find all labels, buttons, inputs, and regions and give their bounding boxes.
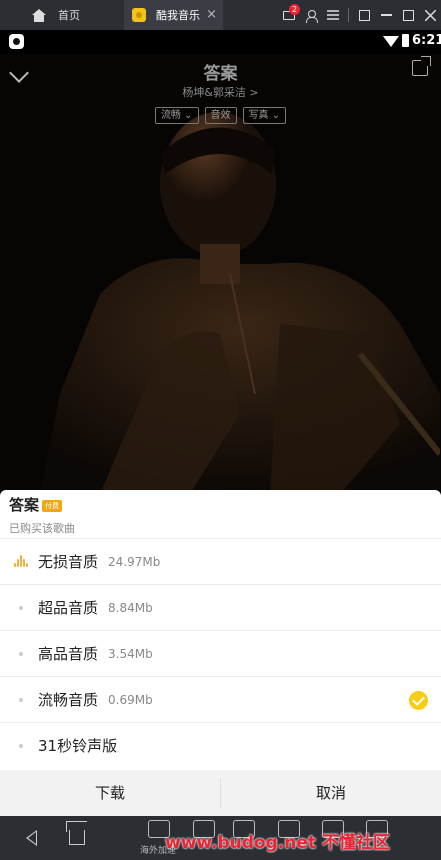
close-icon [424, 9, 436, 21]
quality-option-name: 超品音质 [38, 599, 99, 617]
option-bullet [19, 698, 23, 702]
maximize-icon [402, 9, 414, 21]
quality-option-high[interactable]: 高品音质 3.54Mb [0, 630, 441, 676]
quality-option-name: 无损音质 [38, 553, 99, 571]
home-tab[interactable]: 首页 [0, 0, 124, 30]
quality-option-super[interactable]: 超品音质 8.84Mb [0, 584, 441, 630]
close-tab-icon[interactable]: × [206, 7, 217, 23]
notification-badge: 2 [289, 4, 300, 15]
menu-icon [327, 10, 339, 20]
user-icon [306, 9, 318, 23]
app-tab[interactable]: 酷我音乐 × [124, 0, 223, 30]
sheet-song-name: 答案 [9, 496, 40, 514]
status-bar: 6:21 [0, 30, 441, 54]
quality-option-size: 3.54Mb [108, 646, 153, 661]
quality-selection-sheet: 答案 付费 已购买该歌曲 无损音质 24.97Mb 超品音质 8.84Mb 高品音… [0, 490, 441, 816]
site-watermark: www.budog.net 不懂社区 [165, 833, 390, 853]
quality-option-smooth[interactable]: 流畅音质 0.69Mb [0, 676, 441, 722]
quality-option-ringtone[interactable]: 31秒铃声版 [0, 722, 441, 768]
download-button[interactable]: 下载 [0, 770, 220, 816]
quality-option-size: 0.69Mb [108, 692, 153, 707]
sheet-header: 答案 付费 [9, 494, 63, 515]
emulator-tab-bar: 首页 酷我音乐 × 2 [0, 0, 441, 30]
account-button[interactable] [300, 0, 322, 30]
home-nav-icon[interactable] [69, 830, 85, 845]
selected-check-icon [409, 691, 428, 710]
option-bullet [19, 606, 23, 610]
chrome-divider [348, 8, 349, 22]
song-title: 答案 [203, 64, 238, 84]
paid-badge: 付费 [42, 500, 63, 512]
share-icon[interactable] [412, 56, 431, 76]
maximize-button[interactable] [397, 0, 419, 30]
quality-option-name: 流畅音质 [38, 691, 99, 709]
picture-in-picture-button[interactable] [353, 0, 375, 30]
sheet-actions: 下载 取消 [0, 770, 441, 816]
photo-pill[interactable]: 写真 ⌄ [242, 107, 287, 124]
player-screen: 答案 杨坤&郭采洁 > 流畅 ⌄ 音效 写真 ⌄ [0, 54, 441, 490]
back-icon[interactable] [26, 830, 37, 846]
quality-option-lossless[interactable]: 无损音质 24.97Mb [0, 538, 441, 584]
app-notification-icon [9, 34, 24, 49]
message-button[interactable]: 2 [278, 0, 300, 30]
purchased-note: 已购买该歌曲 [9, 522, 75, 535]
artist-photo [40, 94, 440, 490]
status-time: 6:21 [412, 33, 441, 48]
option-bullet [19, 652, 23, 656]
menu-button[interactable] [322, 0, 344, 30]
minimize-button[interactable] [375, 0, 397, 30]
playing-wave-icon [14, 555, 30, 569]
artist-link[interactable]: 杨坤&郭采洁 > [0, 84, 441, 100]
kuwo-app-icon [132, 8, 146, 22]
quality-pill[interactable]: 流畅 ⌄ [154, 107, 199, 124]
quality-option-name: 高品音质 [38, 645, 99, 663]
wifi-icon [383, 36, 399, 47]
pip-icon [358, 9, 370, 21]
quality-option-name: 31秒铃声版 [38, 737, 118, 755]
home-icon [32, 8, 46, 22]
quality-option-size: 8.84Mb [108, 600, 153, 615]
player-options: 流畅 ⌄ 音效 写真 ⌄ [0, 107, 441, 124]
cancel-button[interactable]: 取消 [221, 770, 441, 816]
close-window-button[interactable] [419, 0, 441, 30]
option-bullet [19, 744, 23, 748]
battery-icon [402, 34, 409, 47]
effects-pill[interactable]: 音效 [204, 107, 237, 124]
app-tab-label: 酷我音乐 [156, 9, 200, 22]
quality-option-size: 24.97Mb [108, 554, 161, 569]
minimize-icon [380, 14, 392, 16]
home-tab-label: 首页 [58, 9, 80, 22]
